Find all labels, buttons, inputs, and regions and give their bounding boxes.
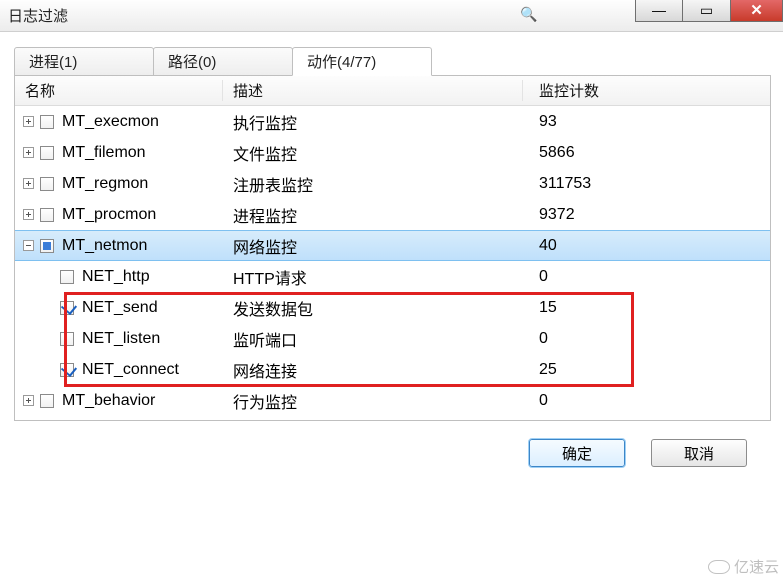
title-bar: 日志过滤 🔍 — ▭ ✕ [0,0,783,32]
checkbox[interactable] [40,394,54,408]
close-button[interactable]: ✕ [731,0,783,22]
row-count: 40 [523,237,770,255]
maximize-button[interactable]: ▭ [683,0,731,22]
watermark-text: 亿速云 [734,556,779,577]
tab-process-label: 进程(1) [29,54,77,71]
cancel-button-label: 取消 [684,443,714,464]
row-desc: 网络监控 [223,234,523,258]
row-name: MT_execmon [62,113,159,131]
minimize-icon: — [652,3,666,17]
checkbox[interactable] [60,332,74,346]
expand-icon[interactable] [23,147,34,158]
minimize-button[interactable]: — [635,0,683,22]
search-icon: 🔍 [520,6,537,23]
column-header-desc[interactable]: 描述 [223,80,523,101]
checkbox[interactable] [60,270,74,284]
row-desc: 文件监控 [223,141,523,165]
row-count: 25 [523,361,770,379]
tab-path[interactable]: 路径(0) [153,47,293,76]
row-desc: 执行监控 [223,110,523,134]
tab-process[interactable]: 进程(1) [14,47,154,76]
expand-icon[interactable] [23,395,34,406]
row-name: NET_send [82,299,158,317]
row-count: 9372 [523,206,770,224]
row-net-connect[interactable]: NET_connect 网络连接 25 [15,354,770,385]
collapse-icon[interactable] [23,240,34,251]
column-header-count[interactable]: 监控计数 [523,80,770,101]
expand-icon[interactable] [23,209,34,220]
checkbox[interactable] [40,115,54,129]
row-count: 93 [523,113,770,131]
checkbox[interactable] [40,177,54,191]
ok-button-label: 确定 [562,443,592,464]
row-net-listen[interactable]: NET_listen 监听端口 0 [15,323,770,354]
row-behavior[interactable]: MT_behavior 行为监控 0 [15,385,770,416]
row-desc: 进程监控 [223,203,523,227]
row-name: NET_listen [82,330,160,348]
window-title: 日志过滤 [8,5,68,26]
row-desc: 监听端口 [223,327,523,351]
client-area: 进程(1) 路径(0) 动作(4/77) 名称 描述 监控计数 MT_execm… [0,32,783,475]
checkbox[interactable] [40,239,54,253]
column-header-name[interactable]: 名称 [15,80,223,101]
row-count: 15 [523,299,770,317]
row-desc: 行为监控 [223,389,523,413]
row-name: MT_procmon [62,206,156,224]
close-icon: ✕ [750,3,763,18]
filter-list: 名称 描述 监控计数 MT_execmon 执行监控 93 MT_filemon… [14,76,771,421]
row-desc: 发送数据包 [223,296,523,320]
row-name: NET_connect [82,361,179,379]
button-bar: 确定 取消 [14,421,771,467]
checkbox[interactable] [40,146,54,160]
row-count: 0 [523,330,770,348]
tab-strip: 进程(1) 路径(0) 动作(4/77) [14,46,771,76]
checkbox[interactable] [40,208,54,222]
row-net-http[interactable]: NET_http HTTP请求 0 [15,261,770,292]
expand-icon[interactable] [23,178,34,189]
tab-path-label: 路径(0) [168,54,216,71]
row-netmon[interactable]: MT_netmon 网络监控 40 [15,230,770,261]
row-name: MT_netmon [62,237,147,255]
checkbox[interactable] [60,301,74,315]
row-execmon[interactable]: MT_execmon 执行监控 93 [15,106,770,137]
row-desc: HTTP请求 [223,265,523,289]
row-desc: 注册表监控 [223,172,523,196]
row-name: MT_regmon [62,175,148,193]
row-name: MT_behavior [62,392,155,410]
tab-action-label: 动作(4/77) [307,54,376,71]
tab-action[interactable]: 动作(4/77) [292,47,432,76]
row-name: NET_http [82,268,150,286]
cancel-button[interactable]: 取消 [651,439,747,467]
row-filemon[interactable]: MT_filemon 文件监控 5866 [15,137,770,168]
row-count: 311753 [523,175,770,193]
column-header-row: 名称 描述 监控计数 [15,76,770,106]
row-desc: 网络连接 [223,358,523,382]
row-procmon[interactable]: MT_procmon 进程监控 9372 [15,199,770,230]
row-count: 0 [523,392,770,410]
maximize-icon: ▭ [700,3,713,17]
watermark: 亿速云 [708,556,779,577]
ok-button[interactable]: 确定 [529,439,625,467]
checkbox[interactable] [60,363,74,377]
cloud-icon [708,560,730,574]
row-count: 5866 [523,144,770,162]
row-net-send[interactable]: NET_send 发送数据包 15 [15,292,770,323]
row-regmon[interactable]: MT_regmon 注册表监控 311753 [15,168,770,199]
row-count: 0 [523,268,770,286]
row-name: MT_filemon [62,144,146,162]
expand-icon[interactable] [23,116,34,127]
window-controls: — ▭ ✕ [635,0,783,22]
